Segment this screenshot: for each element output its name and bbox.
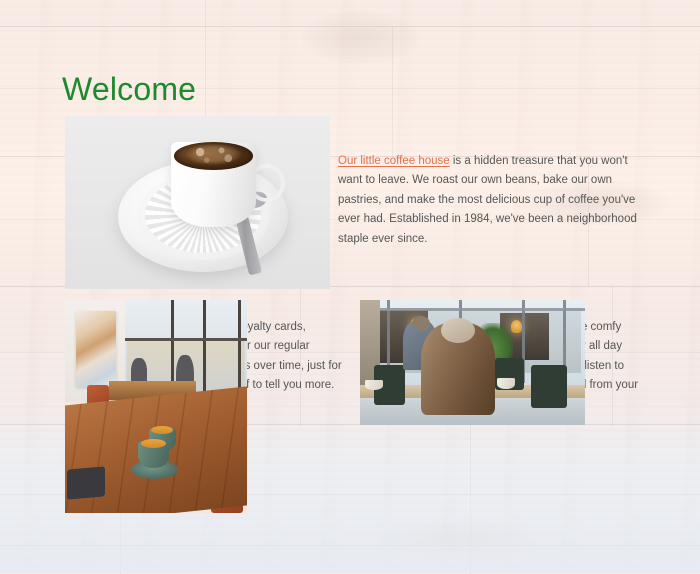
page-content: Welcome Our little coffee house is a hid… [0, 0, 700, 573]
intro-section: Our little coffee house is a hidden trea… [0, 112, 700, 290]
window-frame [125, 338, 247, 342]
cafe-communal-table-photo [65, 300, 247, 513]
perks-column: As an added bonus, we also offer loyalty… [65, 300, 357, 513]
cappuccino-cup-image [65, 116, 330, 289]
cafe-communal-table-image [65, 300, 247, 513]
green-cup-shape [137, 438, 169, 469]
page-title: Welcome [62, 71, 197, 108]
cafe-window-seating-image [360, 300, 585, 425]
cappuccino-cup-photo [65, 116, 330, 289]
coffee-crema-shape [173, 141, 254, 170]
wall-art-shape [75, 310, 116, 388]
coffee-house-link[interactable]: Our little coffee house [338, 155, 450, 167]
coffee-cup-shape [497, 377, 516, 389]
intro-paragraph: Our little coffee house is a hidden trea… [338, 152, 650, 250]
chair-shape [531, 365, 567, 408]
background-person-head-shape [411, 316, 430, 332]
phone-on-table-shape [66, 466, 106, 500]
seated-person-head-shape [441, 317, 475, 343]
window-frame [360, 307, 585, 311]
intro-paragraph-text: is a hidden treasure that you won't want… [338, 154, 637, 245]
cafe-window-seating-photo [360, 300, 585, 425]
features-section: As an added bonus, we also offer loyalty… [0, 300, 700, 530]
coffee-cup-shape [364, 380, 383, 390]
seating-column: Along with our amazing coffee, we also h… [360, 300, 650, 427]
